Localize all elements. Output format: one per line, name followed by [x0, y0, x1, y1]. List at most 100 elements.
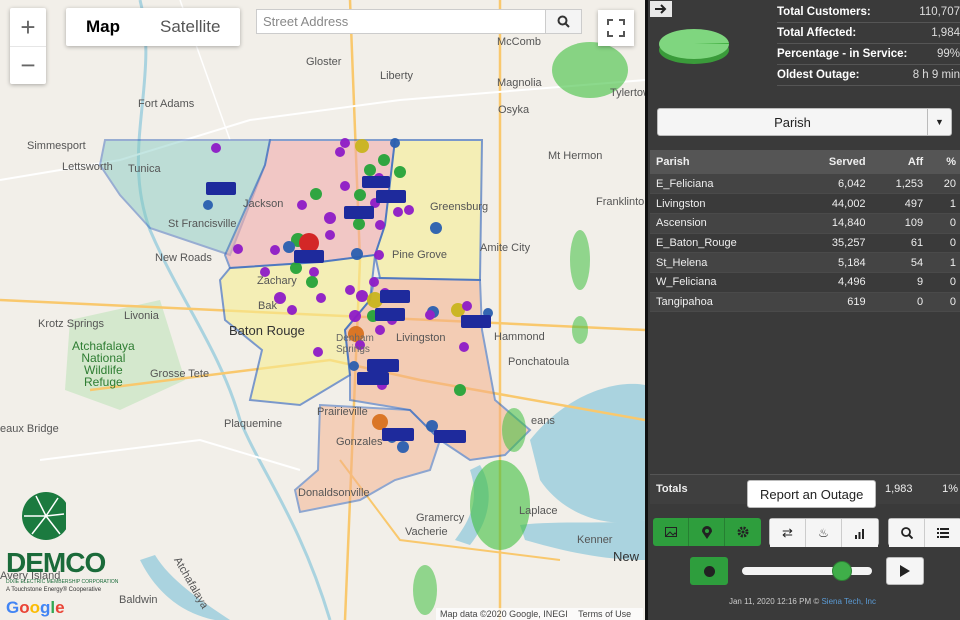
group-by-dropdown[interactable]: Parish ▼ — [657, 108, 952, 136]
totals-percent: 1% — [942, 483, 958, 495]
table-cell: 61 — [869, 233, 928, 254]
table-cell: E_Feliciana — [650, 174, 798, 195]
zoom-search-button[interactable] — [889, 519, 925, 547]
service-pie-chart — [659, 29, 729, 64]
stat-row: Total Customers: 110,707 — [777, 2, 960, 23]
collapse-panel-button[interactable] — [650, 1, 672, 17]
address-search-input[interactable] — [257, 10, 545, 33]
logo-name: DEMCO — [6, 547, 106, 578]
list-button[interactable] — [925, 519, 960, 547]
table-header: Parish Served Aff% — [650, 150, 960, 174]
dropdown-label: Parish — [774, 114, 811, 130]
table-cell: W_Feliciana — [650, 272, 798, 293]
place-label: Tunica — [128, 163, 161, 175]
place-label: Amite City — [480, 242, 531, 254]
table-cell: 44,002 — [797, 193, 870, 214]
column-header[interactable]: Aff — [869, 150, 928, 174]
shuffle-button[interactable]: ⇄ — [770, 519, 806, 547]
place-label: Ponchatoula — [508, 356, 570, 368]
outage-map[interactable]: Gloster McComb Liberty Magnolia Fort Ada… — [0, 0, 645, 620]
timeline-slider[interactable] — [742, 561, 872, 581]
column-header[interactable]: Served — [797, 150, 870, 174]
table-cell: 0 — [927, 213, 960, 234]
stat-label: Percentage - in Service: — [777, 48, 908, 60]
table-row[interactable]: Livingston 44,002 497 1 — [650, 193, 960, 214]
table-row[interactable]: E_Baton_Rouge 35,257 61 0 — [650, 233, 960, 254]
table-row[interactable]: E_Feliciana 6,042 1,253 20 — [650, 174, 960, 195]
table-row[interactable]: St_Helena 5,184 54 1 — [650, 252, 960, 273]
totals-affected: 1,983 — [885, 483, 913, 495]
search-button[interactable] — [545, 10, 581, 33]
siena-tech-link[interactable]: Siena Tech, Inc — [821, 597, 876, 606]
map-pin-icon — [701, 525, 712, 539]
record-button[interactable] — [690, 557, 728, 585]
stat-row: Percentage - in Service: 99% — [777, 44, 960, 65]
place-label: Simmesport — [27, 140, 86, 152]
address-search — [256, 9, 582, 34]
place-label: Gramercy — [416, 512, 465, 524]
table-row[interactable]: W_Feliciana 4,496 9 0 — [650, 272, 960, 293]
table-row[interactable]: Ascension 14,840 109 0 — [650, 213, 960, 234]
place-label: Livingston — [396, 332, 446, 344]
place-label: eans — [531, 415, 555, 427]
chart-button[interactable] — [842, 519, 878, 547]
table-cell: Ascension — [650, 213, 798, 234]
stat-value: 99% — [936, 48, 960, 60]
fire-button[interactable]: ♨ — [806, 519, 842, 547]
place-label: Tylertow — [610, 87, 645, 99]
zoom-out-button[interactable]: − — [10, 46, 46, 84]
play-button[interactable] — [886, 557, 924, 585]
report-outage-button[interactable]: Report an Outage — [747, 480, 877, 508]
image-icon — [664, 527, 677, 537]
location-button[interactable] — [689, 518, 725, 546]
place-label: McComb — [497, 36, 542, 48]
place-label: Gloster — [306, 56, 342, 68]
table-cell: 4,496 — [797, 272, 870, 293]
place-label: Baldwin — [119, 594, 158, 606]
map-type-map-button[interactable]: Map — [66, 8, 140, 46]
place-label: Krotz Springs — [38, 318, 105, 330]
table-row[interactable]: Tangipahoa 619 0 0 — [650, 292, 960, 313]
place-label: Laplace — [519, 505, 558, 517]
place-label: Liberty — [380, 70, 414, 82]
stat-label: Oldest Outage: — [777, 69, 860, 81]
zoom-in-icon — [900, 527, 913, 539]
footer: Jan 11, 2020 12:16 PM © Siena Tech, Inc — [645, 597, 960, 606]
list-icon — [937, 528, 949, 538]
zoom-control: + − — [10, 8, 46, 84]
stat-row: Oldest Outage: 8 h 9 min — [777, 65, 960, 86]
zoom-in-button[interactable]: + — [10, 8, 46, 46]
place-label: Gonzales — [336, 436, 383, 448]
column-header[interactable]: Parish — [650, 150, 798, 174]
place-label: Denham Springs — [336, 333, 374, 355]
settings-button[interactable] — [725, 518, 761, 546]
table-cell: Livingston — [650, 193, 798, 214]
table-cell: 0 — [869, 292, 928, 313]
zoom-list-toolbar — [888, 518, 960, 547]
table-cell: 109 — [869, 213, 928, 234]
totals-label: Totals — [656, 483, 688, 495]
stat-label: Total Affected: — [777, 27, 857, 39]
stat-label: Total Customers: — [777, 6, 871, 18]
place-label: Fort Adams — [138, 98, 195, 110]
map-type-satellite-button[interactable]: Satellite — [140, 8, 240, 46]
table-cell: 14,840 — [797, 213, 870, 234]
record-icon — [703, 565, 715, 577]
search-icon — [557, 15, 570, 28]
place-label: Grosse Tete — [150, 368, 210, 380]
place-label: Plaquemine — [224, 418, 283, 430]
place-label: Jackson — [243, 198, 284, 210]
place-label: Lettsworth — [62, 161, 113, 173]
place-label: eaux Bridge — [0, 423, 59, 435]
image-layer-button[interactable] — [653, 518, 689, 546]
table-cell: 1 — [927, 252, 960, 273]
terms-link[interactable]: Terms of Use — [578, 609, 631, 619]
map-type-control: Map Satellite — [66, 8, 241, 46]
column-header[interactable]: % — [927, 150, 960, 174]
stat-value: 110,707 — [919, 6, 960, 18]
slider-knob[interactable] — [832, 561, 853, 581]
stat-row: Total Affected: 1,984 — [777, 23, 960, 44]
table-cell: 54 — [869, 252, 928, 273]
fire-icon: ♨ — [818, 526, 829, 540]
fullscreen-button[interactable] — [598, 10, 634, 46]
